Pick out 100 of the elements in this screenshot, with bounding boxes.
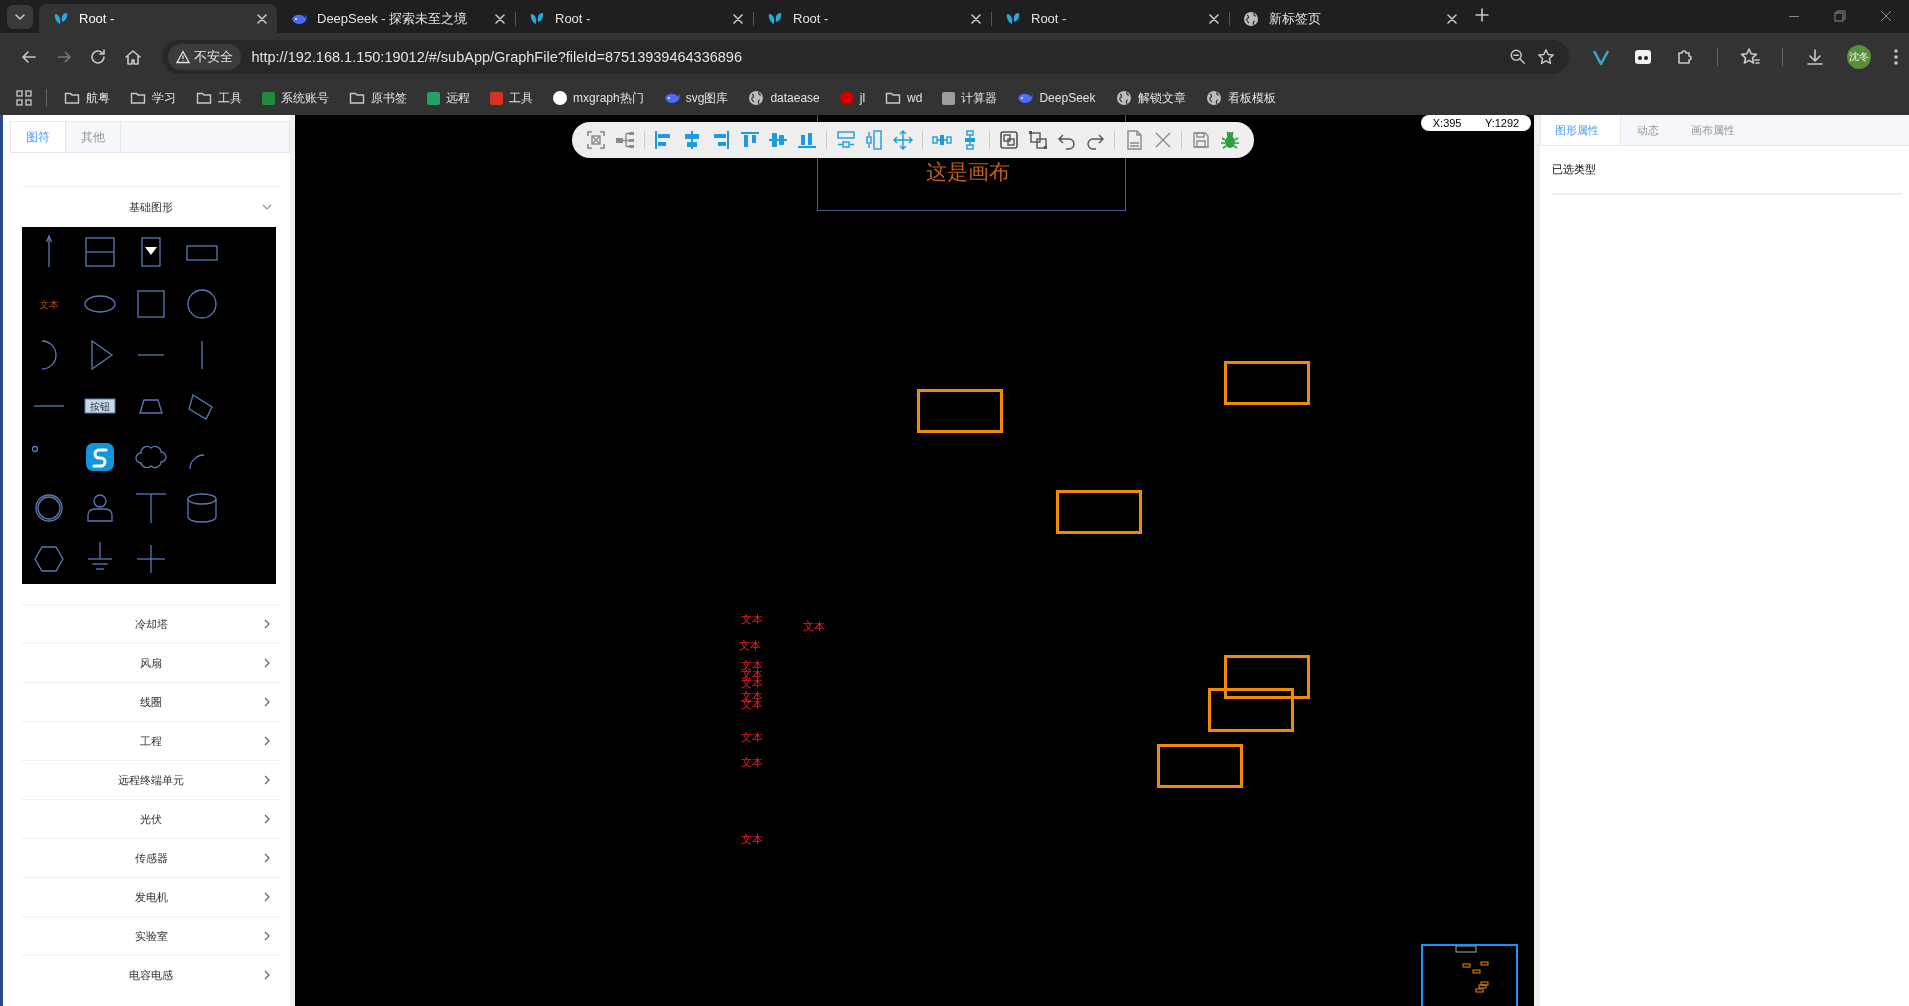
favorites-icon[interactable]	[1740, 47, 1760, 67]
group-icon[interactable]	[999, 130, 1019, 150]
rectangle-node[interactable]	[1224, 361, 1310, 405]
browser-tab[interactable]: Root -	[39, 4, 277, 33]
app-icon[interactable]	[86, 443, 114, 471]
face-box-icon[interactable]	[1633, 47, 1653, 67]
category-header[interactable]: 实验室	[22, 916, 280, 955]
quadrilateral-icon[interactable]	[188, 394, 213, 420]
tree-icon[interactable]	[614, 130, 635, 150]
download-icon[interactable]	[1805, 47, 1825, 67]
browser-tab[interactable]: Root -	[991, 4, 1229, 33]
close-icon[interactable]	[1447, 13, 1457, 24]
text-node[interactable]: 文本	[741, 833, 763, 845]
category-header[interactable]: 传感器	[22, 838, 280, 877]
category-header[interactable]: 线圈	[22, 682, 280, 721]
text-node[interactable]: 文本	[741, 668, 763, 680]
align-top-icon[interactable]	[739, 130, 760, 150]
bookmark[interactable]: svg图库	[660, 87, 732, 109]
text-sample[interactable]: 文本	[39, 299, 59, 310]
bookmark[interactable]: mxgraph热门	[550, 87, 647, 109]
category-header[interactable]: 工程	[22, 721, 280, 760]
arc-icon[interactable]	[41, 340, 57, 370]
bookmark[interactable]: jl	[836, 89, 869, 107]
circle-icon[interactable]	[187, 289, 217, 319]
new-tab-icon[interactable]	[1475, 8, 1489, 22]
text-node[interactable]: 文本	[741, 677, 763, 689]
triangle-icon[interactable]	[91, 339, 114, 371]
fit-screen-icon[interactable]	[586, 130, 606, 150]
more-icon[interactable]	[1893, 47, 1899, 67]
bug-icon[interactable]	[1219, 130, 1240, 150]
bookmark[interactable]: 航粤	[61, 87, 113, 109]
bookmark[interactable]: wd	[882, 88, 926, 108]
puzzle-icon[interactable]	[1675, 47, 1695, 67]
align-bottom-icon[interactable]	[797, 130, 818, 150]
close-icon[interactable]	[495, 13, 505, 24]
cross-icon[interactable]	[136, 544, 166, 574]
bookmark[interactable]: 原书签	[346, 87, 410, 109]
browser-tab[interactable]: Root -	[515, 4, 753, 33]
cloud-icon[interactable]	[135, 445, 167, 469]
security-chip[interactable]: 不安全	[168, 44, 242, 70]
trapezoid-icon[interactable]	[139, 399, 163, 414]
browser-tab[interactable]: DeepSeek - 探索未至之境	[277, 4, 515, 33]
arrow-icon[interactable]	[45, 234, 53, 268]
bookmark[interactable]: 工具	[487, 87, 536, 109]
fit-width-icon[interactable]	[835, 130, 856, 150]
dropdown-icon[interactable]	[141, 237, 161, 267]
address-bar[interactable]: 不安全 http://192.168.1.150:19012/#/subApp/GraphFile?fileId=87513939464336896	[162, 40, 1569, 74]
text-node[interactable]: 文本	[741, 613, 763, 625]
apps-grid-icon[interactable]	[16, 90, 32, 106]
tab-list-button[interactable]	[7, 5, 33, 29]
person-icon[interactable]	[87, 494, 113, 522]
bookmark[interactable]: 系统账号	[259, 87, 332, 109]
home-icon[interactable]	[123, 47, 144, 67]
table-icon[interactable]	[85, 237, 115, 267]
category-header[interactable]: 发电机	[22, 877, 280, 916]
button-sample[interactable]: 按钮	[84, 398, 116, 414]
category-header[interactable]: 风扇	[22, 643, 280, 682]
ellipse-icon[interactable]	[84, 295, 116, 313]
text-node[interactable]: 文本	[803, 620, 825, 632]
browser-tab[interactable]: 新标签页	[1229, 4, 1467, 33]
close-icon[interactable]	[257, 13, 267, 24]
bookmark[interactable]: 远程	[424, 87, 473, 109]
bookmark[interactable]: dataease	[745, 88, 823, 108]
bookmark[interactable]: 看板模板	[1202, 87, 1279, 109]
ground-icon[interactable]	[87, 541, 113, 570]
close-icon[interactable]	[733, 13, 743, 24]
bookmark[interactable]: 学习	[127, 87, 179, 109]
bookmark[interactable]: 工具	[193, 87, 245, 109]
horizontal-line-icon[interactable]	[137, 354, 165, 356]
quarter-arc-icon[interactable]	[189, 454, 205, 470]
star-icon[interactable]	[1537, 48, 1555, 66]
align-middle-icon[interactable]	[768, 130, 789, 150]
line-icon[interactable]	[33, 405, 65, 407]
rectangle-node[interactable]	[1224, 655, 1310, 699]
cylinder-icon[interactable]	[187, 493, 217, 523]
text-node[interactable]: 文本	[741, 731, 763, 743]
rectangle-node[interactable]	[1157, 744, 1243, 788]
rectangle-node[interactable]	[917, 389, 1003, 433]
small-circle-icon[interactable]	[31, 445, 39, 453]
ring-icon[interactable]	[35, 494, 63, 522]
text-node[interactable]: 文本	[741, 756, 763, 768]
close-icon[interactable]	[971, 13, 981, 24]
rectangle-node[interactable]	[1056, 490, 1142, 534]
t-shape-icon[interactable]	[135, 493, 167, 524]
browser-tab[interactable]: Root -	[753, 4, 991, 33]
zoom-out-icon[interactable]	[1509, 48, 1527, 66]
bookmark[interactable]: 计算器	[939, 87, 1001, 109]
save-icon[interactable]	[1191, 130, 1212, 150]
square-icon[interactable]	[137, 290, 165, 318]
text-node[interactable]: 文本	[739, 639, 761, 651]
text-node[interactable]: 文本	[741, 659, 763, 671]
rectangle-icon[interactable]	[186, 245, 218, 261]
move-icon[interactable]	[893, 130, 914, 150]
category-header[interactable]: 光伏	[22, 799, 280, 838]
bookmark[interactable]: DeepSeek	[1014, 88, 1099, 108]
profile-avatar[interactable]: 沈冬	[1847, 45, 1871, 69]
close-icon[interactable]	[1209, 13, 1219, 24]
category-header[interactable]: 远程终端单元	[22, 760, 280, 799]
bookmark[interactable]: 解锁文章	[1112, 87, 1189, 109]
hexagon-icon[interactable]	[34, 546, 64, 572]
